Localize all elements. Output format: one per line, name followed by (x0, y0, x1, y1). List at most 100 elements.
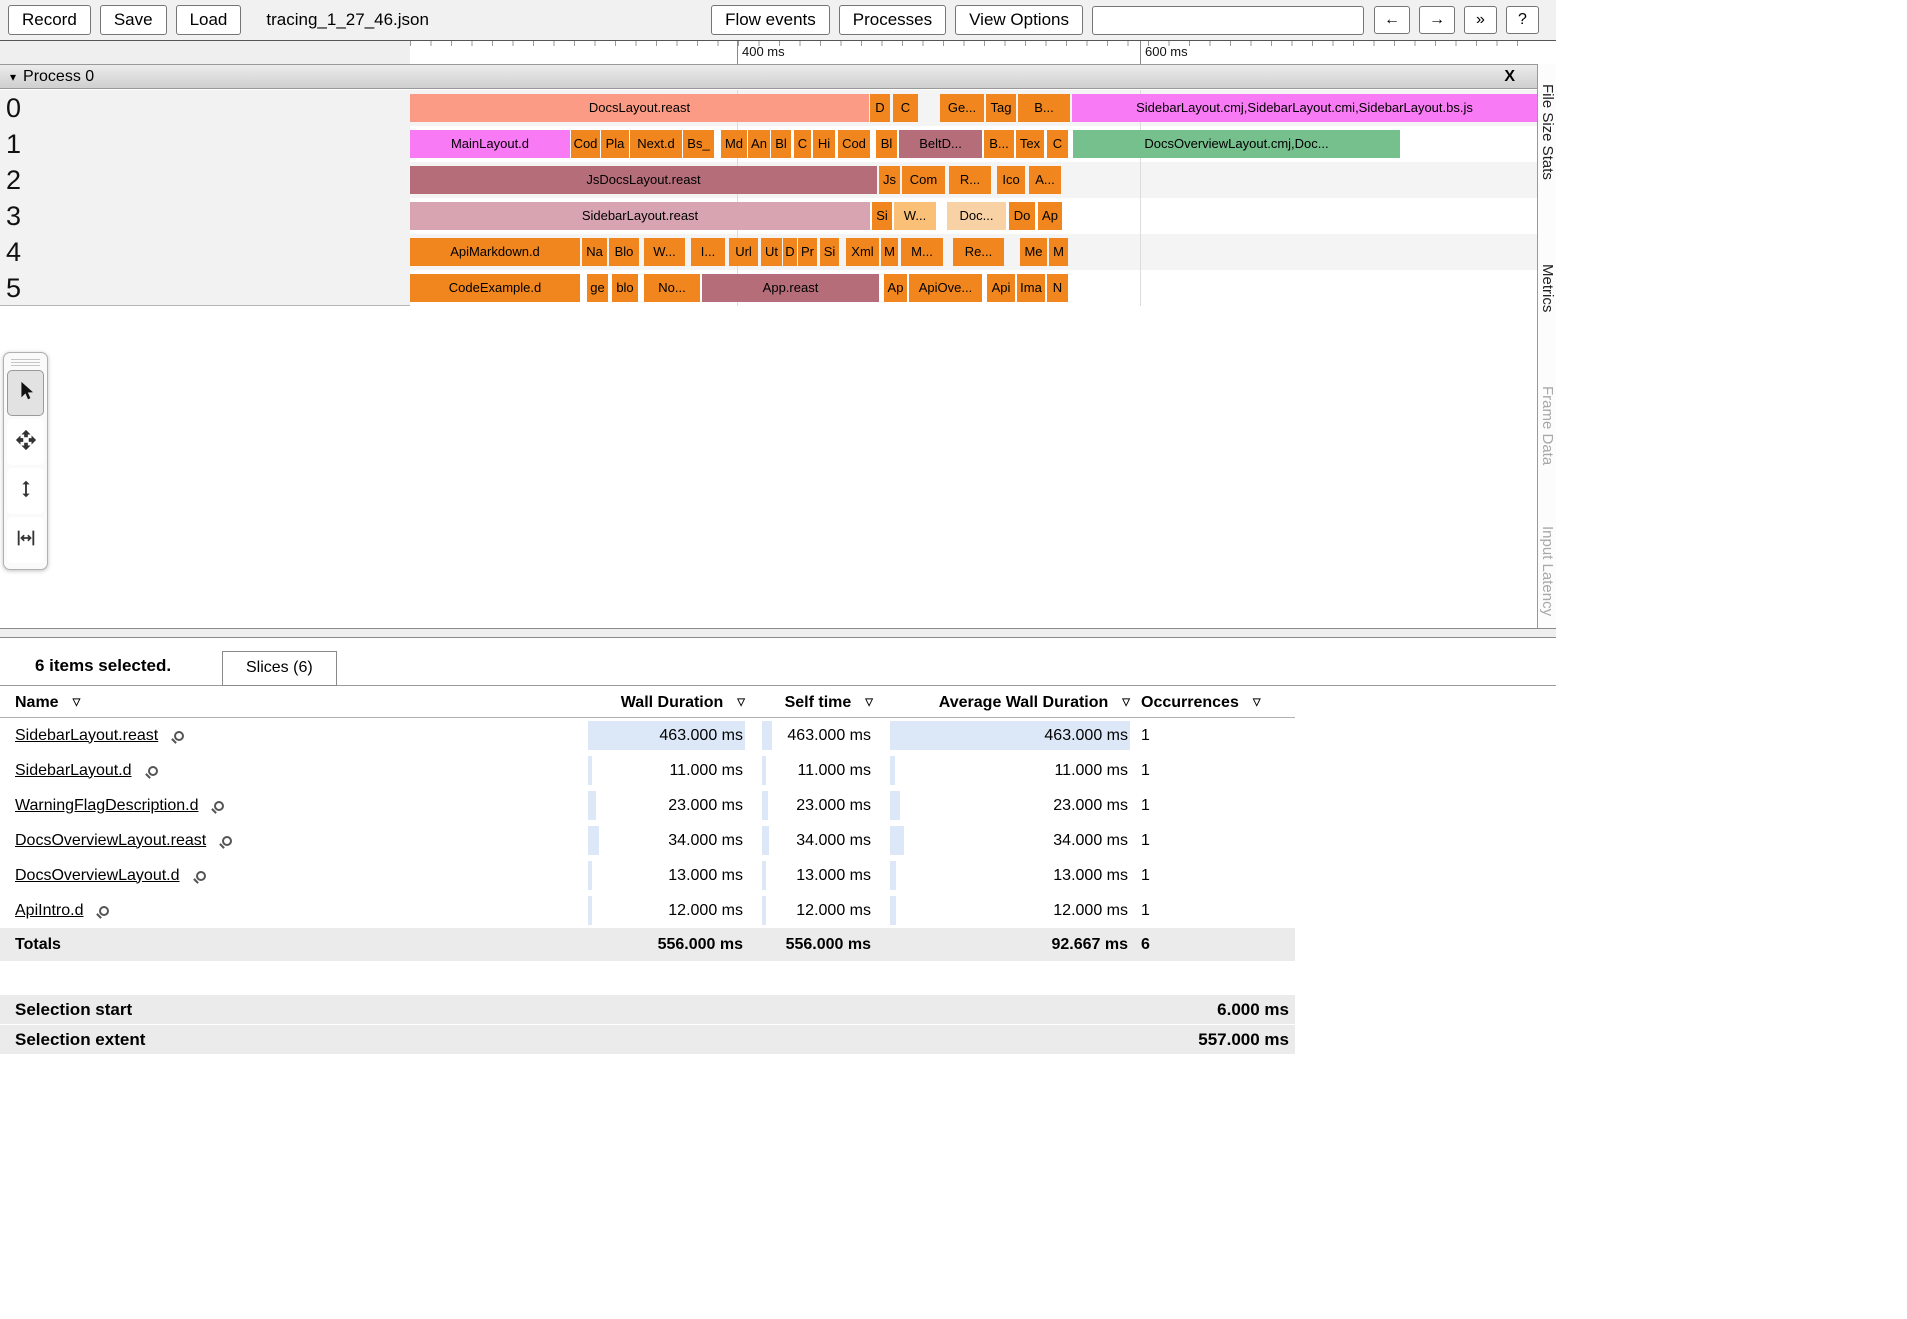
search-input[interactable] (1092, 6, 1364, 35)
trace-slice[interactable]: Com (902, 166, 945, 194)
trace-slice[interactable]: Na (582, 238, 607, 266)
tab-slices[interactable]: Slices (6) (222, 651, 337, 686)
record-button[interactable]: Record (8, 5, 91, 35)
trace-slice[interactable]: Js (879, 166, 900, 194)
flow-events-button[interactable]: Flow events (711, 5, 830, 35)
trace-slice[interactable]: Ut (761, 238, 782, 266)
trace-slice[interactable]: Re... (953, 238, 1004, 266)
panel-splitter[interactable] (0, 628, 1556, 638)
side-tab-file-size-stats[interactable]: File Size Stats (1539, 84, 1556, 180)
trace-slice[interactable]: C (1047, 130, 1068, 158)
magnifier-icon[interactable] (214, 801, 224, 811)
trace-slice[interactable]: ApiMarkdown.d (410, 238, 580, 266)
slice-name-link[interactable]: ApiIntro.d (15, 902, 83, 920)
trace-slice[interactable]: Ima (1017, 274, 1045, 302)
magnifier-icon[interactable] (148, 766, 158, 776)
find-previous-button[interactable]: ← (1374, 6, 1410, 34)
magnifier-icon[interactable] (99, 906, 109, 916)
trace-slice[interactable]: Bl (876, 130, 897, 158)
slice-name-link[interactable]: SidebarLayout.d (15, 762, 132, 780)
trace-slice[interactable]: Next.d (630, 130, 682, 158)
trace-slice[interactable]: Bs_ (683, 130, 714, 158)
magnifier-icon[interactable] (222, 836, 232, 846)
collapse-icon[interactable]: ▾ (10, 70, 16, 84)
trace-slice[interactable]: ge (587, 274, 608, 302)
trace-slice[interactable]: DocsOverviewLayout.cmj,Doc... (1073, 130, 1400, 158)
trace-slice[interactable]: W... (644, 238, 685, 266)
pan-tool-button[interactable] (7, 419, 44, 465)
flame-area[interactable]: DocsLayout.reastDCGe...TagB...SidebarLay… (410, 90, 1537, 306)
trace-slice[interactable]: Ge... (940, 94, 984, 122)
trace-slice[interactable]: A... (1029, 166, 1061, 194)
column-header-wall-duration[interactable]: Wall Duration ▽ (588, 688, 745, 717)
trace-slice[interactable]: Ap (884, 274, 907, 302)
trace-slice[interactable]: I... (691, 238, 725, 266)
trace-slice[interactable]: Hi (813, 130, 835, 158)
ruler-track[interactable]: 400 ms600 ms (410, 41, 1537, 64)
trace-slice[interactable]: SidebarLayout.cmj,SidebarLayout.cmi,Side… (1072, 94, 1537, 122)
trace-slice[interactable]: M (1049, 238, 1068, 266)
view-options-button[interactable]: View Options (955, 5, 1083, 35)
trace-slice[interactable]: W... (894, 202, 936, 230)
load-button[interactable]: Load (176, 5, 242, 35)
trace-slice[interactable]: MainLayout.d (410, 130, 570, 158)
trace-slice[interactable]: Si (872, 202, 892, 230)
column-header-occurrences[interactable]: Occurrences ▽ (1141, 688, 1290, 717)
slice-name-link[interactable]: SidebarLayout.reast (15, 727, 158, 745)
trace-slice[interactable]: An (748, 130, 770, 158)
trace-slice[interactable]: Blo (609, 238, 639, 266)
trace-slice[interactable]: Tex (1016, 130, 1044, 158)
trace-slice[interactable]: N (1047, 274, 1068, 302)
trace-slice[interactable]: C (794, 130, 811, 158)
trace-slice[interactable]: JsDocsLayout.reast (410, 166, 877, 194)
trace-slice[interactable]: Do (1009, 202, 1035, 230)
trace-slice[interactable]: M (881, 238, 898, 266)
palette-grip-handle[interactable] (11, 358, 40, 366)
column-header-name[interactable]: Name ▽ (15, 688, 80, 717)
trace-slice[interactable]: Pla (601, 130, 629, 158)
trace-slice[interactable]: Me (1020, 238, 1047, 266)
trace-slice[interactable]: C (893, 94, 918, 122)
find-next-button[interactable]: → (1419, 6, 1455, 34)
zoom-tool-button[interactable] (7, 468, 44, 514)
save-button[interactable]: Save (100, 5, 167, 35)
trace-slice[interactable]: App.reast (702, 274, 879, 302)
trace-slice[interactable]: Ap (1038, 202, 1062, 230)
trace-slice[interactable]: R... (949, 166, 991, 194)
trace-slice[interactable]: Si (820, 238, 839, 266)
magnifier-icon[interactable] (196, 871, 206, 881)
column-header-average-wall-duration[interactable]: Average Wall Duration ▽ (890, 688, 1130, 717)
trace-slice[interactable]: SidebarLayout.reast (410, 202, 870, 230)
timing-tool-button[interactable] (7, 517, 44, 563)
trace-slice[interactable]: Xml (846, 238, 879, 266)
trace-slice[interactable]: Pr (798, 238, 817, 266)
help-button[interactable]: ? (1506, 6, 1539, 34)
trace-slice[interactable]: B... (984, 130, 1014, 158)
more-options-button[interactable]: » (1464, 6, 1497, 34)
trace-slice[interactable]: blo (612, 274, 638, 302)
slice-name-link[interactable]: DocsOverviewLayout.d (15, 867, 180, 885)
trace-slice[interactable]: Cod (571, 130, 600, 158)
trace-slice[interactable]: BeltD... (899, 130, 982, 158)
trace-slice[interactable]: CodeExample.d (410, 274, 580, 302)
slice-name-link[interactable]: WarningFlagDescription.d (15, 797, 198, 815)
trace-slice[interactable]: Tag (986, 94, 1016, 122)
trace-slice[interactable]: Url (729, 238, 758, 266)
column-header-self-time[interactable]: Self time ▽ (762, 688, 873, 717)
trace-slice[interactable]: D (870, 94, 890, 122)
trace-slice[interactable]: Api (987, 274, 1015, 302)
trace-slice[interactable]: B... (1018, 94, 1070, 122)
magnifier-icon[interactable] (174, 731, 184, 741)
trace-slice[interactable]: Cod (838, 130, 870, 158)
process-header[interactable]: ▾ Process 0 X (0, 64, 1537, 89)
trace-slice[interactable]: M... (901, 238, 943, 266)
trace-slice[interactable]: Ico (997, 166, 1025, 194)
processes-button[interactable]: Processes (839, 5, 946, 35)
slice-name-link[interactable]: DocsOverviewLayout.reast (15, 832, 206, 850)
trace-slice[interactable]: Md (721, 130, 747, 158)
trace-slice[interactable]: DocsLayout.reast (410, 94, 869, 122)
trace-slice[interactable]: No... (644, 274, 700, 302)
selection-tool-button[interactable] (7, 370, 44, 416)
close-process-button[interactable]: X (1504, 68, 1515, 86)
trace-slice[interactable]: Bl (771, 130, 791, 158)
